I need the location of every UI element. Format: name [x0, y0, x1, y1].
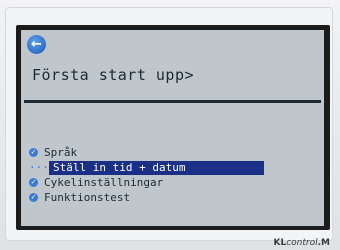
check-icon: ✓	[29, 148, 38, 157]
menu-item-funktionstest[interactable]: ✓ Funktionstest	[21, 191, 324, 205]
brand-prefix: KL	[273, 238, 287, 248]
check-icon: ✓	[29, 193, 38, 202]
menu-item-stall-in-tid-datum[interactable]: ··· Ställ in tid + datum	[21, 161, 324, 175]
brand-logo: KLcontrol.M	[274, 238, 331, 248]
menu-item-label: Funktionstest	[44, 191, 131, 204]
menu-item-cykelinstallningar[interactable]: ✓ Cykelinställningar	[21, 176, 324, 190]
title-divider	[24, 100, 321, 103]
back-button[interactable]: ←	[27, 35, 46, 54]
menu-item-label: Ställ in tid + datum	[53, 161, 186, 174]
pending-dots-icon: ···	[29, 161, 49, 174]
menu-item-label: Språk	[44, 146, 78, 159]
page-title: Första start upp>	[32, 66, 195, 84]
brand-middle: control	[286, 238, 318, 248]
brand-suffix: .M	[317, 238, 330, 248]
menu-item-sprak[interactable]: ✓ Språk	[21, 146, 324, 160]
back-arrow-icon: ←	[31, 37, 42, 52]
menu-item-label: Cykelinställningar	[44, 176, 164, 189]
check-icon: ✓	[29, 178, 38, 187]
lcd-screen: ← Första start upp> ✓ Språk ··· Ställ in…	[21, 30, 324, 226]
